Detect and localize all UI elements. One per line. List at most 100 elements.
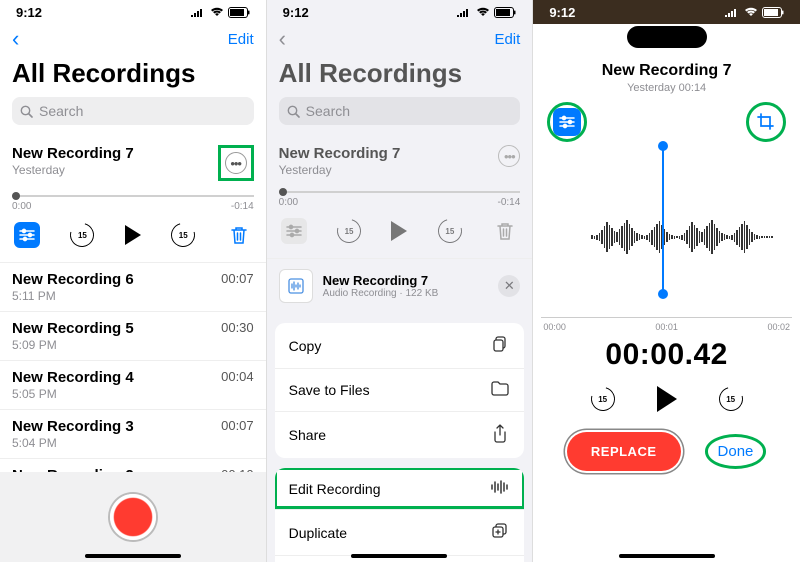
back-chevron-icon[interactable]: ‹	[12, 26, 19, 52]
play-button[interactable]	[391, 221, 407, 241]
highlight-more: •••	[218, 145, 254, 181]
replace-button[interactable]: REPLACE	[567, 432, 681, 471]
scrub-track[interactable]	[12, 195, 254, 197]
sheet-subtitle: Audio Recording · 122 KB	[323, 288, 439, 299]
more-options-button[interactable]: •••	[225, 152, 247, 174]
playhead[interactable]	[662, 146, 664, 294]
done-button[interactable]: Done	[718, 443, 754, 460]
recording-row[interactable]: New Recording 35:04 PM 00:07	[0, 410, 266, 459]
play-button[interactable]	[657, 386, 677, 412]
sliders-icon	[19, 228, 35, 242]
recording-name: New Recording 7	[279, 145, 401, 162]
recording-subtitle: Yesterday 00:14	[533, 82, 800, 94]
skip-back-button[interactable]: 15	[337, 219, 361, 243]
home-indicator[interactable]	[85, 554, 181, 558]
home-indicator[interactable]	[619, 554, 715, 558]
skip-forward-seconds: 15	[719, 387, 743, 411]
action-label: Save to Files	[289, 382, 370, 398]
play-button[interactable]	[125, 225, 141, 245]
skip-forward-button[interactable]: 15	[719, 387, 743, 411]
action-duplicate[interactable]: Duplicate	[275, 510, 525, 556]
recording-subtitle: 5:09 PM	[12, 338, 134, 352]
recording-row-expanded[interactable]: New Recording 7 Yesterday ••• 0:00 -0:14…	[0, 135, 266, 263]
skip-back-button[interactable]: 15	[70, 223, 94, 247]
edit-button[interactable]: Edit	[228, 31, 254, 48]
search-placeholder: Search	[39, 103, 83, 119]
share-icon	[490, 424, 510, 446]
folder-icon	[490, 381, 510, 399]
playback-settings-button[interactable]	[14, 222, 40, 248]
recording-title: New Recording 7	[533, 62, 800, 80]
status-time: 9:12	[16, 5, 42, 20]
edit-toolbar	[533, 102, 800, 142]
search-icon	[20, 105, 33, 118]
back-chevron-icon[interactable]: ‹	[279, 26, 286, 52]
close-button[interactable]: ✕	[498, 275, 520, 297]
status-indicators	[724, 7, 784, 18]
status-bar: 9:12	[267, 0, 533, 24]
status-indicators	[190, 7, 250, 18]
search-input[interactable]: Search	[279, 97, 521, 125]
search-input[interactable]: Search	[12, 97, 254, 125]
skip-back-button[interactable]: 15	[591, 387, 615, 411]
action-list: Edit Recording Duplicate Favorite Move t…	[275, 468, 525, 562]
action-sheet-header: New Recording 7 Audio Recording · 122 KB…	[267, 259, 533, 313]
edit-header: New Recording 7 Yesterday 00:14	[533, 50, 800, 100]
action-share[interactable]: Share	[275, 412, 525, 458]
recording-name: New Recording 5	[12, 320, 134, 337]
skip-forward-seconds: 15	[171, 223, 195, 247]
edit-button[interactable]: Edit	[494, 31, 520, 48]
search-placeholder: Search	[306, 103, 350, 119]
playback-row: 15 15	[533, 386, 800, 412]
trim-button[interactable]	[752, 108, 780, 136]
home-indicator[interactable]	[351, 554, 447, 558]
recording-row[interactable]: New Recording 55:09 PM 00:30	[0, 312, 266, 361]
recording-row-expanded[interactable]: New Recording 7 Yesterday ••• 0:00 -0:14…	[267, 135, 533, 259]
time-ruler	[541, 317, 792, 318]
recording-name: New Recording 7	[12, 145, 134, 162]
close-icon: ✕	[504, 278, 515, 294]
record-area	[0, 472, 266, 562]
file-type-icon	[279, 269, 313, 303]
recording-duration: 00:07	[221, 418, 254, 433]
recording-name: New Recording 6	[12, 271, 134, 288]
action-save-to-files[interactable]: Save to Files	[275, 369, 525, 412]
sheet-title: New Recording 7	[323, 273, 439, 288]
status-bar-wrap: 9:12	[533, 0, 800, 24]
waveform-bars	[541, 217, 792, 257]
ellipsis-icon: •••	[504, 150, 515, 163]
highlight-settings	[547, 102, 587, 142]
screen-all-recordings: 9:12 ‹ Edit All Recordings Search New Re…	[0, 0, 267, 562]
page-title: All Recordings	[0, 54, 266, 97]
skip-back-seconds: 15	[337, 219, 361, 243]
recording-duration: 00:04	[221, 369, 254, 384]
action-list: Copy Save to Files Share	[275, 323, 525, 458]
recording-duration: 00:30	[221, 320, 254, 335]
skip-back-seconds: 15	[591, 387, 615, 411]
playback-settings-button[interactable]	[281, 218, 307, 244]
delete-button[interactable]	[492, 218, 518, 244]
action-copy[interactable]: Copy	[275, 323, 525, 369]
recording-name: New Recording 4	[12, 369, 134, 386]
record-button[interactable]	[110, 494, 156, 540]
nav-bar: ‹ Edit	[267, 24, 533, 54]
status-time: 9:12	[549, 5, 575, 20]
skip-forward-button[interactable]: 15	[438, 219, 462, 243]
status-time: 9:12	[283, 5, 309, 20]
recording-row[interactable]: New Recording 65:11 PM 00:07	[0, 263, 266, 312]
highlight-done: Done	[705, 434, 767, 469]
highlight-trim	[746, 102, 786, 142]
playback-settings-button[interactable]	[553, 108, 581, 136]
trash-icon	[230, 225, 248, 245]
sheet-grabber[interactable]	[627, 26, 707, 48]
waveform-view[interactable]: 00:00 00:01 00:02	[541, 142, 792, 332]
current-time: 00:00.42	[533, 338, 800, 372]
recording-row[interactable]: New Recording 45:05 PM 00:04	[0, 361, 266, 410]
recording-subtitle: Yesterday	[279, 163, 401, 177]
recording-duration: 00:07	[221, 271, 254, 286]
skip-forward-button[interactable]: 15	[171, 223, 195, 247]
more-options-button[interactable]: •••	[498, 145, 520, 167]
delete-button[interactable]	[226, 222, 252, 248]
action-label: Share	[289, 427, 326, 443]
scrub-track[interactable]	[279, 191, 521, 193]
